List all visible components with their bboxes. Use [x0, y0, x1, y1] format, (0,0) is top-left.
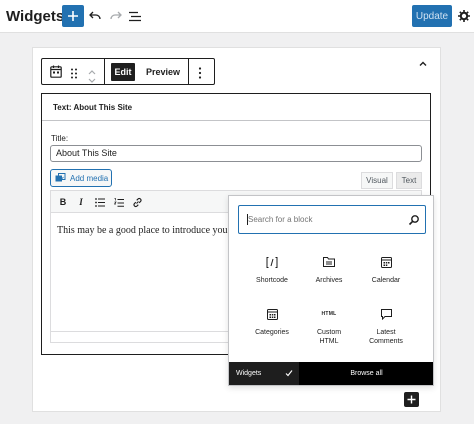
italic-button[interactable]: I: [75, 196, 87, 208]
settings-button[interactable]: [455, 7, 473, 25]
calendar-icon: [376, 255, 396, 269]
search-icon: [408, 215, 419, 226]
comments-icon: [376, 307, 396, 321]
block-item-calendar[interactable]: Calendar: [358, 255, 414, 305]
widget-heading: Text: About This Site: [53, 103, 133, 112]
list-view-icon: [129, 11, 141, 21]
block-item-categories[interactable]: Categories: [244, 307, 300, 357]
bold-icon: B: [59, 197, 67, 207]
plus-icon: [407, 395, 416, 404]
add-block-button[interactable]: [62, 5, 84, 27]
edit-button[interactable]: Edit: [111, 63, 135, 81]
block-label: Shortcode: [256, 277, 288, 284]
plus-icon: [68, 11, 78, 21]
block-label: Archives: [315, 277, 343, 284]
undo-button[interactable]: [86, 7, 104, 25]
tab-text[interactable]: Text: [396, 172, 422, 189]
link-button[interactable]: [131, 196, 143, 208]
numbered-list-button[interactable]: [113, 196, 125, 208]
widget-header: Text: About This Site: [42, 94, 430, 121]
add-block-bottom-button[interactable]: [404, 392, 419, 407]
block-item-shortcode[interactable]: Shortcode: [244, 255, 300, 305]
chevron-down-icon: [88, 78, 96, 83]
list-view-button[interactable]: [126, 7, 144, 25]
block-label: Categories: [255, 329, 289, 336]
title-input[interactable]: About This Site: [50, 145, 422, 162]
check-icon: [285, 370, 293, 377]
block-inserter-popover: Search for a block Shortcode Archives Ca…: [228, 195, 434, 386]
html-icon: HTML: [321, 311, 337, 317]
block-item-custom-html[interactable]: HTML Custom HTML: [301, 307, 357, 357]
numbered-list-icon: [114, 197, 124, 207]
more-vertical-icon: [198, 67, 202, 79]
inserter-footer: Widgets Browse all: [229, 362, 433, 385]
page-title: Widgets: [6, 8, 65, 25]
editor-content: This may be a good place to introduce yo…: [57, 225, 228, 236]
title-label: Title:: [51, 134, 69, 143]
bullet-list-icon: [95, 197, 105, 207]
block-item-latest-comments[interactable]: Latest Comments: [358, 307, 414, 357]
update-button[interactable]: Update: [412, 5, 452, 27]
move-down-button[interactable]: [87, 72, 97, 90]
undo-icon: [89, 11, 101, 20]
add-media-label: Add media: [70, 174, 109, 183]
block-label: Latest Comments: [369, 329, 403, 345]
redo-button[interactable]: [107, 7, 125, 25]
widgets-tab[interactable]: Widgets: [229, 362, 299, 385]
drag-handle[interactable]: [70, 66, 78, 84]
chevron-up-icon: [419, 61, 427, 66]
top-header: Widgets Update: [0, 0, 474, 33]
media-icon: [55, 173, 66, 182]
bold-button[interactable]: B: [57, 196, 69, 208]
block-search-input[interactable]: Search for a block: [238, 205, 426, 234]
gear-icon: [458, 10, 470, 22]
bullet-list-button[interactable]: [94, 196, 106, 208]
calendar-icon: [50, 65, 62, 78]
drag-handle-icon: [71, 68, 77, 79]
block-label: Calendar: [371, 277, 401, 284]
archives-icon: [319, 255, 339, 269]
add-media-button[interactable]: Add media: [50, 169, 112, 187]
widgets-tab-label: Widgets: [236, 370, 262, 377]
more-options-button[interactable]: [198, 66, 202, 84]
block-toolbar: Edit Preview: [41, 58, 215, 85]
browse-all-button[interactable]: Browse all: [300, 362, 433, 385]
italic-icon: I: [79, 197, 83, 207]
tab-visual[interactable]: Visual: [361, 172, 393, 189]
search-placeholder: Search for a block: [248, 215, 313, 224]
preview-button[interactable]: Preview: [144, 63, 182, 81]
block-item-archives[interactable]: Archives: [301, 255, 357, 305]
shortcode-icon: [262, 255, 282, 269]
link-icon: [132, 197, 142, 207]
collapse-panel-button[interactable]: [417, 56, 429, 66]
toolbar-divider: [188, 59, 189, 84]
block-label: Custom HTML: [316, 329, 342, 345]
block-type-button[interactable]: [50, 65, 62, 83]
toolbar-divider: [104, 59, 105, 84]
categories-icon: [262, 307, 282, 321]
redo-icon: [110, 11, 122, 20]
